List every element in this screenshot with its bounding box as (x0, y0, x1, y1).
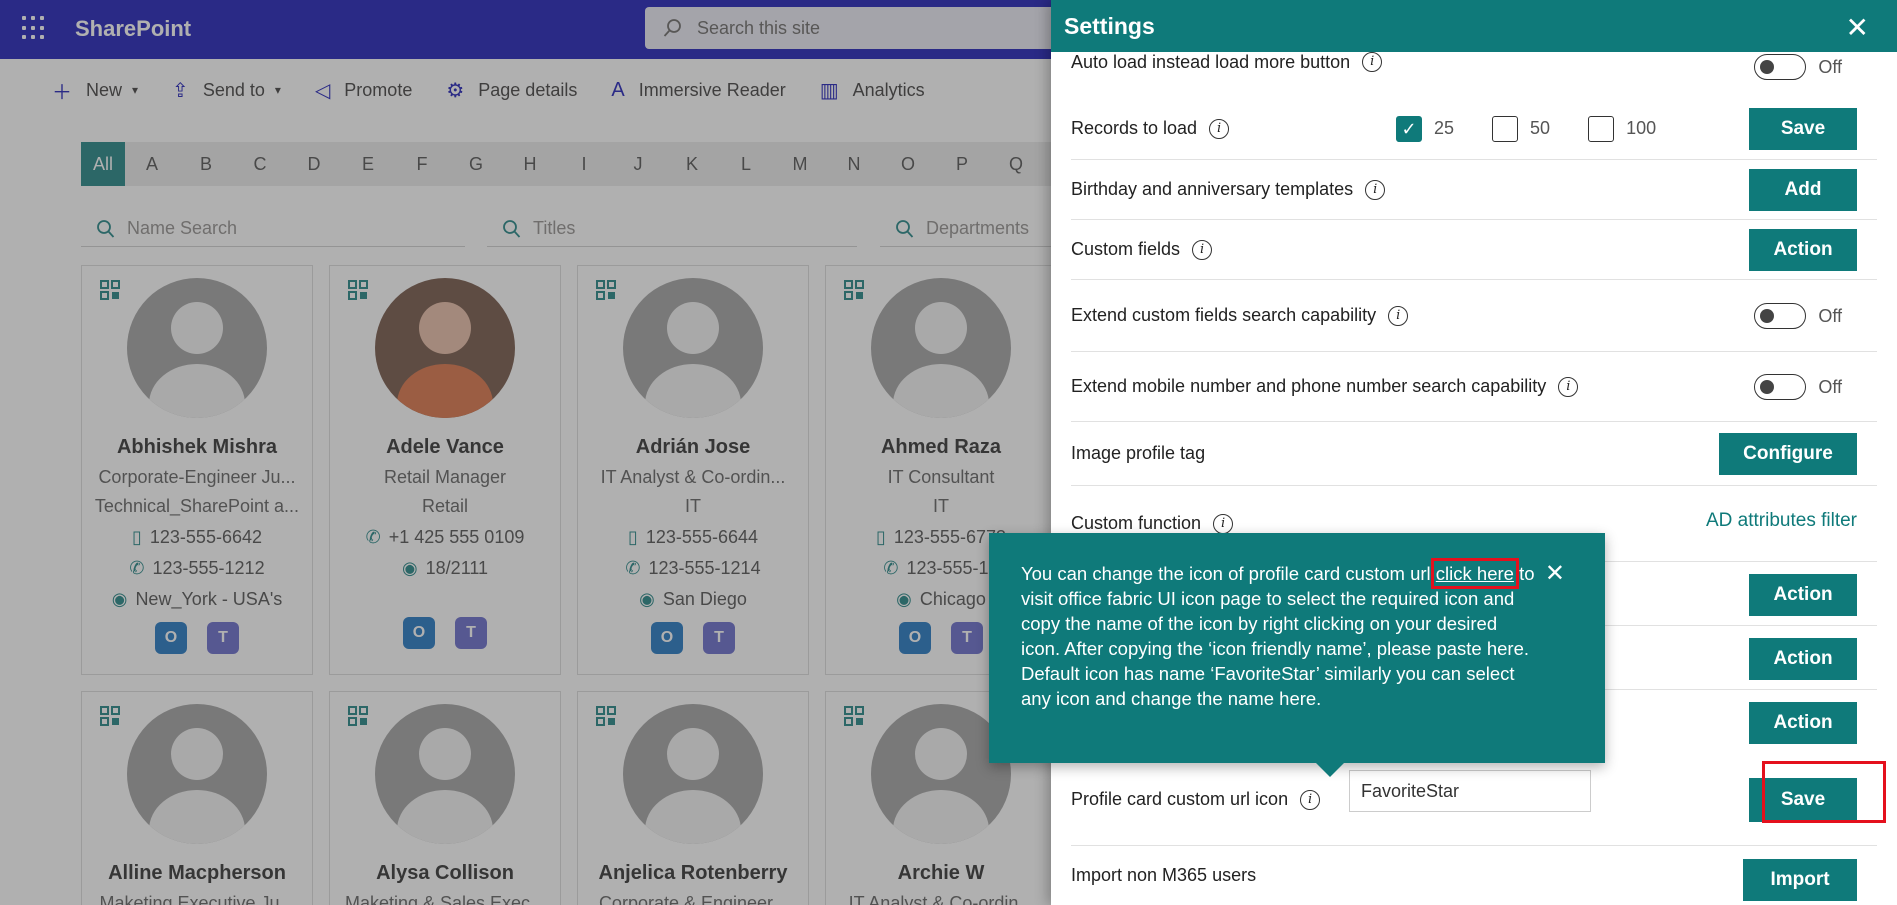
modal-overlay[interactable] (0, 0, 1060, 905)
records-save-button[interactable]: Save (1749, 108, 1857, 150)
close-icon[interactable]: ✕ (1846, 11, 1869, 44)
custom-fields-action-button[interactable]: Action (1749, 229, 1857, 271)
action-button[interactable]: Action (1749, 702, 1857, 744)
setting-auto-load: Auto load instead load more button i Off (1071, 52, 1877, 80)
info-icon[interactable]: i (1388, 305, 1409, 326)
action-button[interactable]: Action (1749, 638, 1857, 680)
tooltip-arrow (1316, 763, 1344, 777)
setting-import-users: Import non M365 users Import (1071, 846, 1877, 905)
info-icon[interactable]: i (1192, 239, 1213, 260)
birthday-add-button[interactable]: Add (1749, 169, 1857, 211)
ad-attributes-filter-link[interactable]: AD attributes filter (1706, 510, 1857, 532)
profile-icon-input[interactable]: FavoriteStar (1349, 770, 1591, 812)
info-icon[interactable]: i (1558, 376, 1579, 397)
extend-mobile-toggle[interactable]: Off (1754, 374, 1842, 400)
info-icon[interactable]: i (1362, 52, 1383, 72)
auto-load-toggle[interactable]: Off (1754, 54, 1842, 80)
tooltip-text-start: You can change the icon of profile card … (1021, 563, 1436, 584)
image-tag-configure-button[interactable]: Configure (1719, 433, 1857, 475)
setting-extend-mobile-search: Extend mobile number and phone number se… (1071, 352, 1877, 422)
setting-image-profile-tag: Image profile tag Configure (1071, 422, 1877, 486)
info-icon[interactable]: i (1300, 789, 1321, 810)
info-icon[interactable]: i (1213, 513, 1234, 534)
setting-birthday-templates: Birthday and anniversary templates i Add (1071, 160, 1877, 220)
records-50-checkbox[interactable]: 50 (1492, 115, 1550, 142)
import-button[interactable]: Import (1743, 859, 1857, 901)
close-icon[interactable]: ✕ (1545, 561, 1565, 586)
checkmark-icon: ✓ (1396, 115, 1422, 142)
info-icon[interactable]: i (1365, 179, 1386, 200)
info-tooltip: You can change the icon of profile card … (989, 533, 1605, 763)
info-icon[interactable]: i (1209, 118, 1230, 139)
highlight-save (1762, 761, 1886, 823)
records-100-checkbox[interactable]: 100 (1588, 115, 1656, 142)
records-25-checkbox[interactable]: ✓ 25 (1396, 115, 1454, 142)
setting-custom-fields: Custom fields i Action (1071, 220, 1877, 280)
tooltip-click-here-link[interactable]: click here (1430, 558, 1519, 589)
action-button[interactable]: Action (1749, 574, 1857, 616)
tooltip-text-end: to visit office fabric UI icon page to s… (1021, 563, 1535, 709)
setting-records-to-load: Records to load i ✓ 25 50 100 Save (1071, 98, 1877, 160)
setting-extend-custom-search: Extend custom fields search capability i … (1071, 280, 1877, 352)
settings-header: Settings ✕ (1051, 0, 1897, 52)
extend-custom-toggle[interactable]: Off (1754, 303, 1842, 329)
settings-title: Settings (1064, 12, 1155, 39)
